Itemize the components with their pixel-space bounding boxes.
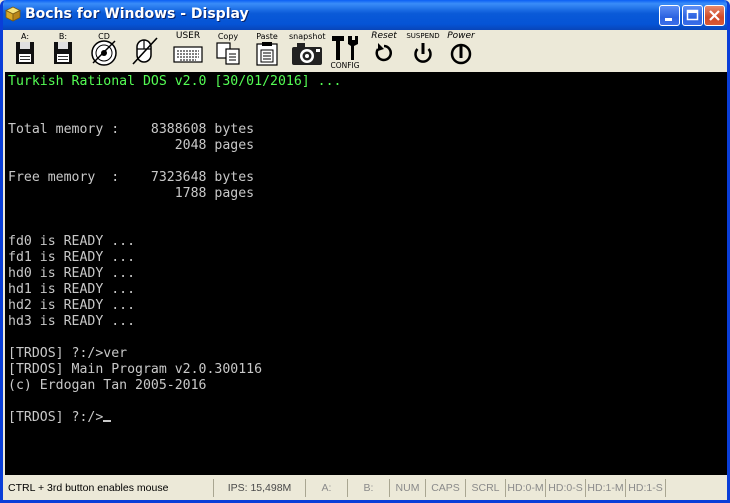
num-lock-indicator: NUM [389,479,425,497]
console-line: fd0 is READY ... [8,234,136,249]
camera-icon [292,43,322,65]
scroll-lock-indicator: SCRL [465,479,505,497]
config-label: CONFIG [330,61,360,70]
command-prompt-line: [TRDOS] ?:/> [8,410,112,426]
floppy-disk-icon [54,42,72,64]
cdrom-icon [91,40,117,66]
suspend-icon [414,43,432,63]
maximize-button[interactable] [682,5,703,26]
user-button[interactable]: USER [171,32,205,70]
console-line: hd2 is READY ... [8,298,136,313]
floppy-a-button[interactable]: A: [11,32,39,70]
floppy-b-button[interactable]: B: [49,32,77,70]
close-icon [709,10,720,21]
emulator-display[interactable]: Turkish Rational DOS v2.0 [30/01/2016] .… [5,72,727,475]
reset-icon [375,43,392,62]
minimize-button[interactable] [659,5,680,26]
console-line: hd0 is READY ... [8,266,136,281]
hd0-slave-indicator: HD:0-S [545,479,585,497]
bochs-window: Bochs for Windows - Display A: B: CD USE… [0,0,730,503]
cdrom-button[interactable]: CD [87,32,121,70]
console-line: hd3 is READY ... [8,314,136,329]
suspend-button[interactable]: SUSPEND [405,32,441,70]
config-button[interactable]: CONFIG [329,32,361,70]
hd1-master-indicator: HD:1-M [585,479,625,497]
boot-banner: Turkish Rational DOS v2.0 [30/01/2016] .… [8,74,342,89]
toolbar: A: B: CD USER Copy Paste snapshot CONFIG… [3,30,727,72]
mouse-disabled-icon [132,37,158,65]
console-line: hd1 is READY ... [8,282,136,297]
console-line: Free memory : 7323648 bytes [8,170,255,185]
ips-indicator: IPS: 15,498M [213,479,305,497]
console-line: 2048 pages [8,138,255,153]
copy-button[interactable]: Copy [213,32,243,70]
console-line: Total memory : 8388608 bytes [8,122,255,137]
copy-icon [216,42,240,65]
console-line: 1788 pages [8,186,255,201]
keyboard-icon [173,46,203,63]
mouse-hint: CTRL + 3rd button enables mouse [8,482,169,494]
console-line: fd1 is READY ... [8,250,136,265]
hd1-slave-indicator: HD:1-S [625,479,665,497]
title-bar[interactable]: Bochs for Windows - Display [3,0,727,30]
floppy-a-indicator: A: [305,479,347,497]
reset-button[interactable]: Reset [367,32,401,70]
console-line: [TRDOS] ?:/>ver [8,346,128,361]
hd0-master-indicator: HD:0-M [505,479,545,497]
console-line: (c) Erdogan Tan 2005-2016 [8,378,207,393]
floppy-b-indicator: B: [347,479,389,497]
caps-lock-indicator: CAPS [425,479,465,497]
mouse-capture-button[interactable] [127,32,161,70]
status-spacer [665,479,727,497]
bochs-app-icon[interactable] [5,6,21,22]
power-button[interactable]: Power [443,32,479,70]
snapshot-button[interactable]: snapshot [289,32,326,70]
command-prompt: [TRDOS] ?:/> [8,410,104,425]
minimize-icon [665,18,672,21]
paste-icon [256,42,278,66]
paste-button[interactable]: Paste [252,32,282,70]
text-cursor [103,420,112,422]
floppy-disk-icon [16,42,34,64]
window-title: Bochs for Windows - Display [25,6,249,22]
close-button[interactable] [704,5,725,26]
console-line: [TRDOS] Main Program v2.0.300116 [8,362,263,377]
status-bar: CTRL + 3rd button enables mouse IPS: 15,… [3,476,727,500]
power-icon [450,43,472,65]
maximize-icon [686,9,699,21]
